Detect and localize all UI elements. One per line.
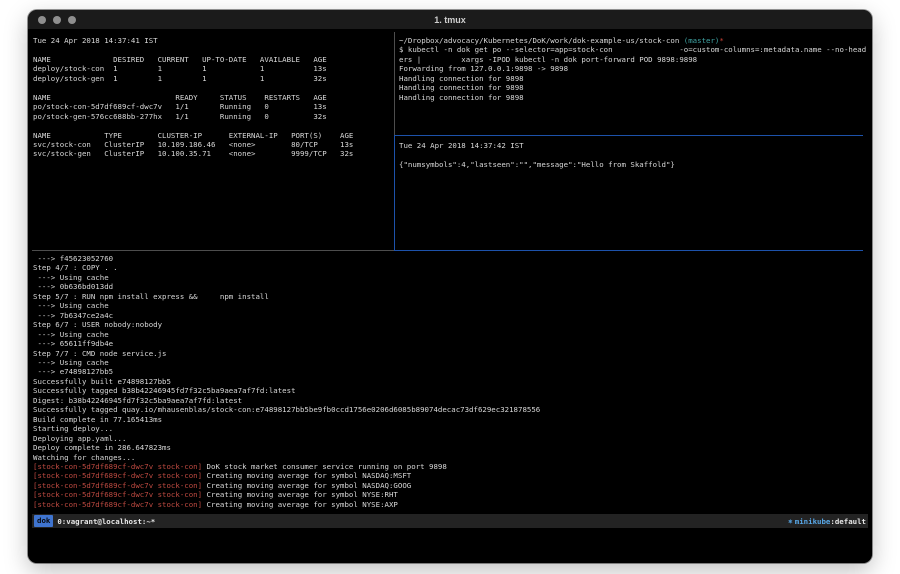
- terminal-line: Digest: b38b42246945fd7f32c5ba9aea7af7fd…: [33, 396, 869, 405]
- terminal-line: [33, 121, 393, 130]
- terminal-line: ---> 0b636bd013dd: [33, 282, 869, 291]
- terminal-line: ---> 7b6347ce2a4c: [33, 311, 869, 320]
- terminal-line: Step 6/7 : USER nobody:nobody: [33, 320, 869, 329]
- terminal-line: [33, 45, 393, 54]
- tmux-terminal: Tue 24 Apr 2018 14:37:41 IST NAME DESIRE…: [28, 30, 872, 563]
- terminal-line: deploy/stock-gen 1 1 1 1 32s: [33, 74, 393, 83]
- pane-curl-output[interactable]: Tue 24 Apr 2018 14:37:42 IST {"numsymbol…: [399, 141, 870, 248]
- status-kube-namespace: :default: [830, 517, 866, 526]
- terminal-line: [stock-con-5d7df689cf-dwc7v stock-con] D…: [33, 462, 869, 471]
- zoom-button[interactable]: [68, 16, 76, 24]
- terminal-line: ---> e74898127bb5: [33, 367, 869, 376]
- terminal-line: Forwarding from 127.0.0.1:9898 -> 9898: [399, 64, 870, 73]
- terminal-line: Successfully tagged quay.io/mhausenblas/…: [33, 405, 869, 414]
- terminal-line: NAME TYPE CLUSTER-IP EXTERNAL-IP PORT(S)…: [33, 131, 393, 140]
- terminal-line: Handling connection for 9898: [399, 93, 870, 102]
- terminal-line: Step 5/7 : RUN npm install express && np…: [33, 292, 869, 301]
- kubernetes-helm-icon: ⎈: [788, 517, 793, 526]
- terminal-line: [399, 150, 870, 159]
- terminal-line: ---> Using cache: [33, 358, 869, 367]
- terminal-line: Successfully tagged b38b42246945fd7f32c5…: [33, 386, 869, 395]
- terminal-line: svc/stock-gen ClusterIP 10.100.35.71 <no…: [33, 149, 393, 158]
- close-button[interactable]: [38, 16, 46, 24]
- terminal-line: ---> 65611ff9db4e: [33, 339, 869, 348]
- terminal-line: Handling connection for 9898: [399, 83, 870, 92]
- terminal-line: po/stock-con-5d7df689cf-dwc7v 1/1 Runnin…: [33, 102, 393, 111]
- terminal-line: [stock-con-5d7df689cf-dwc7v stock-con] C…: [33, 500, 869, 509]
- pane-divider-horizontal-inactive[interactable]: [32, 250, 394, 251]
- active-pane-border-left[interactable]: [394, 135, 395, 251]
- terminal-line: {"numsymbols":4,"lastseen":"","message":…: [399, 160, 870, 169]
- terminal-line: Watching for changes...: [33, 453, 869, 462]
- terminal-line: ---> Using cache: [33, 330, 869, 339]
- terminal-line: $ kubectl -n dok get po --selector=app=s…: [399, 45, 870, 54]
- terminal-line: svc/stock-con ClusterIP 10.109.186.46 <n…: [33, 140, 393, 149]
- status-window-label[interactable]: 0:vagrant@localhost:~*: [57, 517, 155, 526]
- terminal-line: Step 4/7 : COPY . .: [33, 263, 869, 272]
- session-name-badge[interactable]: dok: [34, 515, 53, 527]
- terminal-line: [33, 83, 393, 92]
- terminal-line: deploy/stock-con 1 1 1 1 13s: [33, 64, 393, 73]
- pane-kubectl-watch[interactable]: Tue 24 Apr 2018 14:37:41 IST NAME DESIRE…: [33, 36, 393, 248]
- terminal-line: ers | xargs -IPOD kubectl -n dok port-fo…: [399, 55, 870, 64]
- terminal-window: 1. tmux Tue 24 Apr 2018 14:37:41 IST NAM…: [28, 10, 872, 563]
- terminal-line: Deploy complete in 286.647823ms: [33, 443, 869, 452]
- pane-divider-vertical-inactive[interactable]: [394, 32, 395, 135]
- terminal-line: NAME DESIRED CURRENT UP-TO-DATE AVAILABL…: [33, 55, 393, 64]
- terminal-line: ---> Using cache: [33, 273, 869, 282]
- terminal-line: [stock-con-5d7df689cf-dwc7v stock-con] C…: [33, 490, 869, 499]
- traffic-lights: [38, 16, 76, 24]
- terminal-line: po/stock-gen-576cc688bb-277hx 1/1 Runnin…: [33, 112, 393, 121]
- terminal-line: ~/Dropbox/advocacy/Kubernetes/DoK/work/d…: [399, 36, 870, 45]
- active-pane-border-bottom[interactable]: [395, 250, 863, 251]
- terminal-line: [stock-con-5d7df689cf-dwc7v stock-con] C…: [33, 471, 869, 480]
- terminal-line: Build complete in 77.165413ms: [33, 415, 869, 424]
- terminal-line: NAME READY STATUS RESTARTS AGE: [33, 93, 393, 102]
- terminal-line: Tue 24 Apr 2018 14:37:42 IST: [399, 141, 870, 150]
- minimize-button[interactable]: [53, 16, 61, 24]
- terminal-line: [stock-con-5d7df689cf-dwc7v stock-con] C…: [33, 481, 869, 490]
- status-kube-context: minikube: [795, 517, 831, 526]
- terminal-line: Handling connection for 9898: [399, 74, 870, 83]
- active-pane-border-top[interactable]: [395, 135, 863, 136]
- terminal-line: Starting deploy...: [33, 424, 869, 433]
- window-title: 1. tmux: [28, 10, 872, 30]
- terminal-line: Deploying app.yaml...: [33, 434, 869, 443]
- terminal-line: ---> Using cache: [33, 301, 869, 310]
- tmux-status-bar: dok 0:vagrant@localhost:~* ⎈ minikube :d…: [32, 514, 868, 528]
- terminal-line: Tue 24 Apr 2018 14:37:41 IST: [33, 36, 393, 45]
- window-titlebar[interactable]: 1. tmux: [28, 10, 872, 30]
- pane-skaffold-dev[interactable]: ---> f45623052760Step 4/7 : COPY . . ---…: [33, 254, 869, 512]
- terminal-line: ---> f45623052760: [33, 254, 869, 263]
- terminal-line: Successfully built e74898127bb5: [33, 377, 869, 386]
- terminal-line: Step 7/7 : CMD node service.js: [33, 349, 869, 358]
- pane-port-forward[interactable]: ~/Dropbox/advocacy/Kubernetes/DoK/work/d…: [399, 36, 870, 134]
